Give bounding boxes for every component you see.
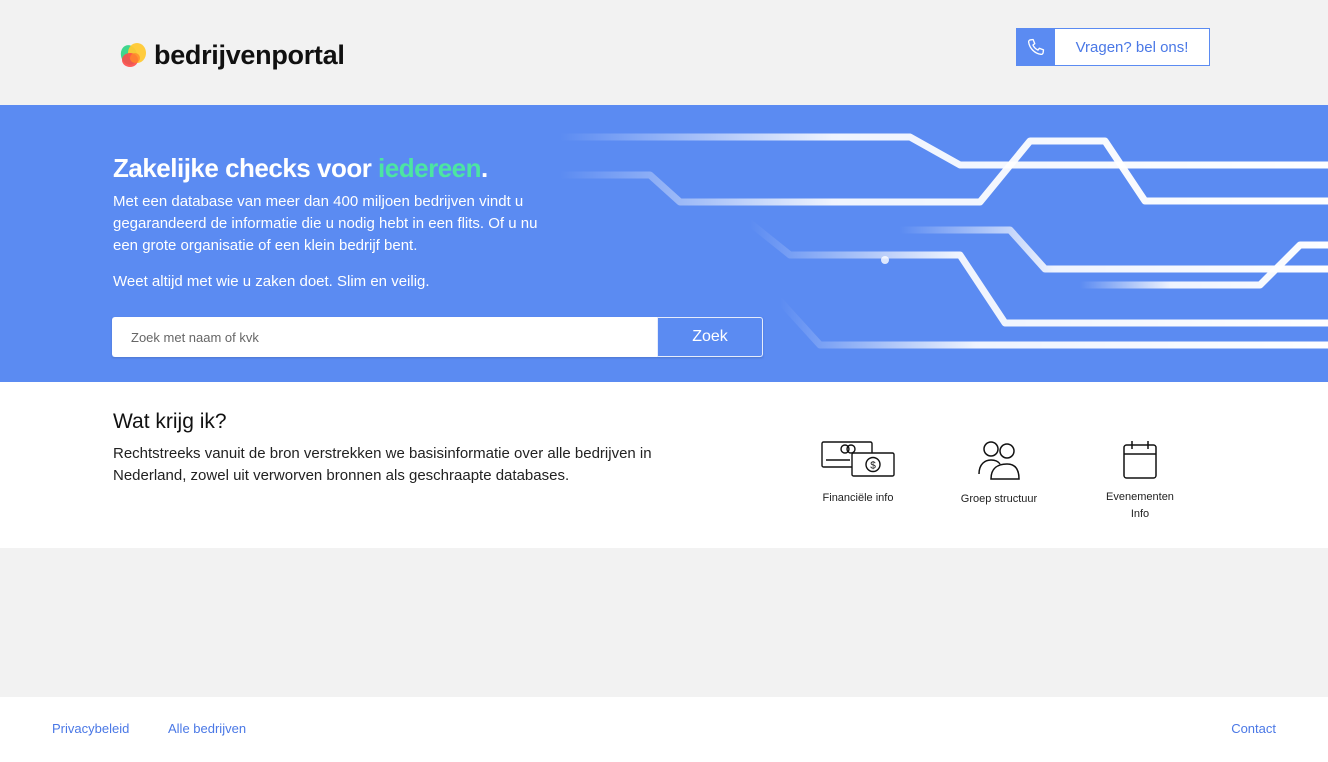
logo-text: bedrijvenportal bbox=[154, 39, 345, 70]
features-section: Wat krijg ik? Rechtstreeks vanuit de bro… bbox=[0, 382, 1328, 548]
hero-title: Zakelijke checks voor iedereen. bbox=[113, 153, 488, 184]
calendar-icon bbox=[1123, 441, 1157, 479]
logo-mark-icon bbox=[120, 43, 146, 67]
group-icon bbox=[978, 441, 1020, 480]
hero-description: Met een database van meer dan 400 miljoe… bbox=[113, 193, 538, 254]
search-input[interactable] bbox=[112, 317, 657, 357]
logo[interactable]: bedrijvenportal bbox=[120, 40, 345, 70]
call-us-button[interactable]: Vragen? bel ons! bbox=[1016, 28, 1210, 66]
feature-events-label-line1: Evenementen bbox=[1106, 491, 1174, 503]
features-title: Wat krijg ik? bbox=[113, 410, 227, 433]
footer: Privacybeleid Alle bedrijven Contact bbox=[0, 697, 1328, 762]
feature-group: Groep structuur bbox=[952, 440, 1046, 508]
phone-icon bbox=[1017, 29, 1055, 65]
feature-events: Evenementen Info bbox=[1094, 440, 1186, 523]
svg-text:$: $ bbox=[870, 461, 876, 472]
hero-banner: Zakelijke checks voor iedereen. Met een … bbox=[0, 105, 1328, 382]
feature-financial: $ Financiële info bbox=[812, 440, 904, 507]
feature-financial-label: Financiële info bbox=[822, 492, 894, 504]
hero-title-end: . bbox=[481, 153, 488, 183]
footer-link-contact[interactable]: Contact bbox=[1231, 721, 1276, 736]
feature-group-label: Groep structuur bbox=[960, 493, 1038, 505]
search-bar: Zoek bbox=[112, 317, 763, 357]
money-icon: $ bbox=[821, 441, 895, 477]
hero-title-main: Zakelijke checks voor bbox=[113, 153, 379, 183]
header: bedrijvenportal Vragen? bel ons! bbox=[0, 0, 1328, 105]
hero-title-accent: iedereen bbox=[378, 153, 481, 183]
footer-link-all-companies[interactable]: Alle bedrijven bbox=[168, 721, 246, 736]
footer-link-privacy[interactable]: Privacybeleid bbox=[52, 721, 129, 736]
hero-tagline: Weet altijd met wie u zaken doet. Slim e… bbox=[113, 273, 430, 290]
feature-events-label-line2: Info bbox=[1130, 508, 1150, 520]
search-button[interactable]: Zoek bbox=[657, 317, 763, 357]
features-description: Rechtstreeks vanuit de bron verstrekken … bbox=[113, 445, 652, 484]
call-us-label: Vragen? bel ons! bbox=[1075, 38, 1189, 56]
